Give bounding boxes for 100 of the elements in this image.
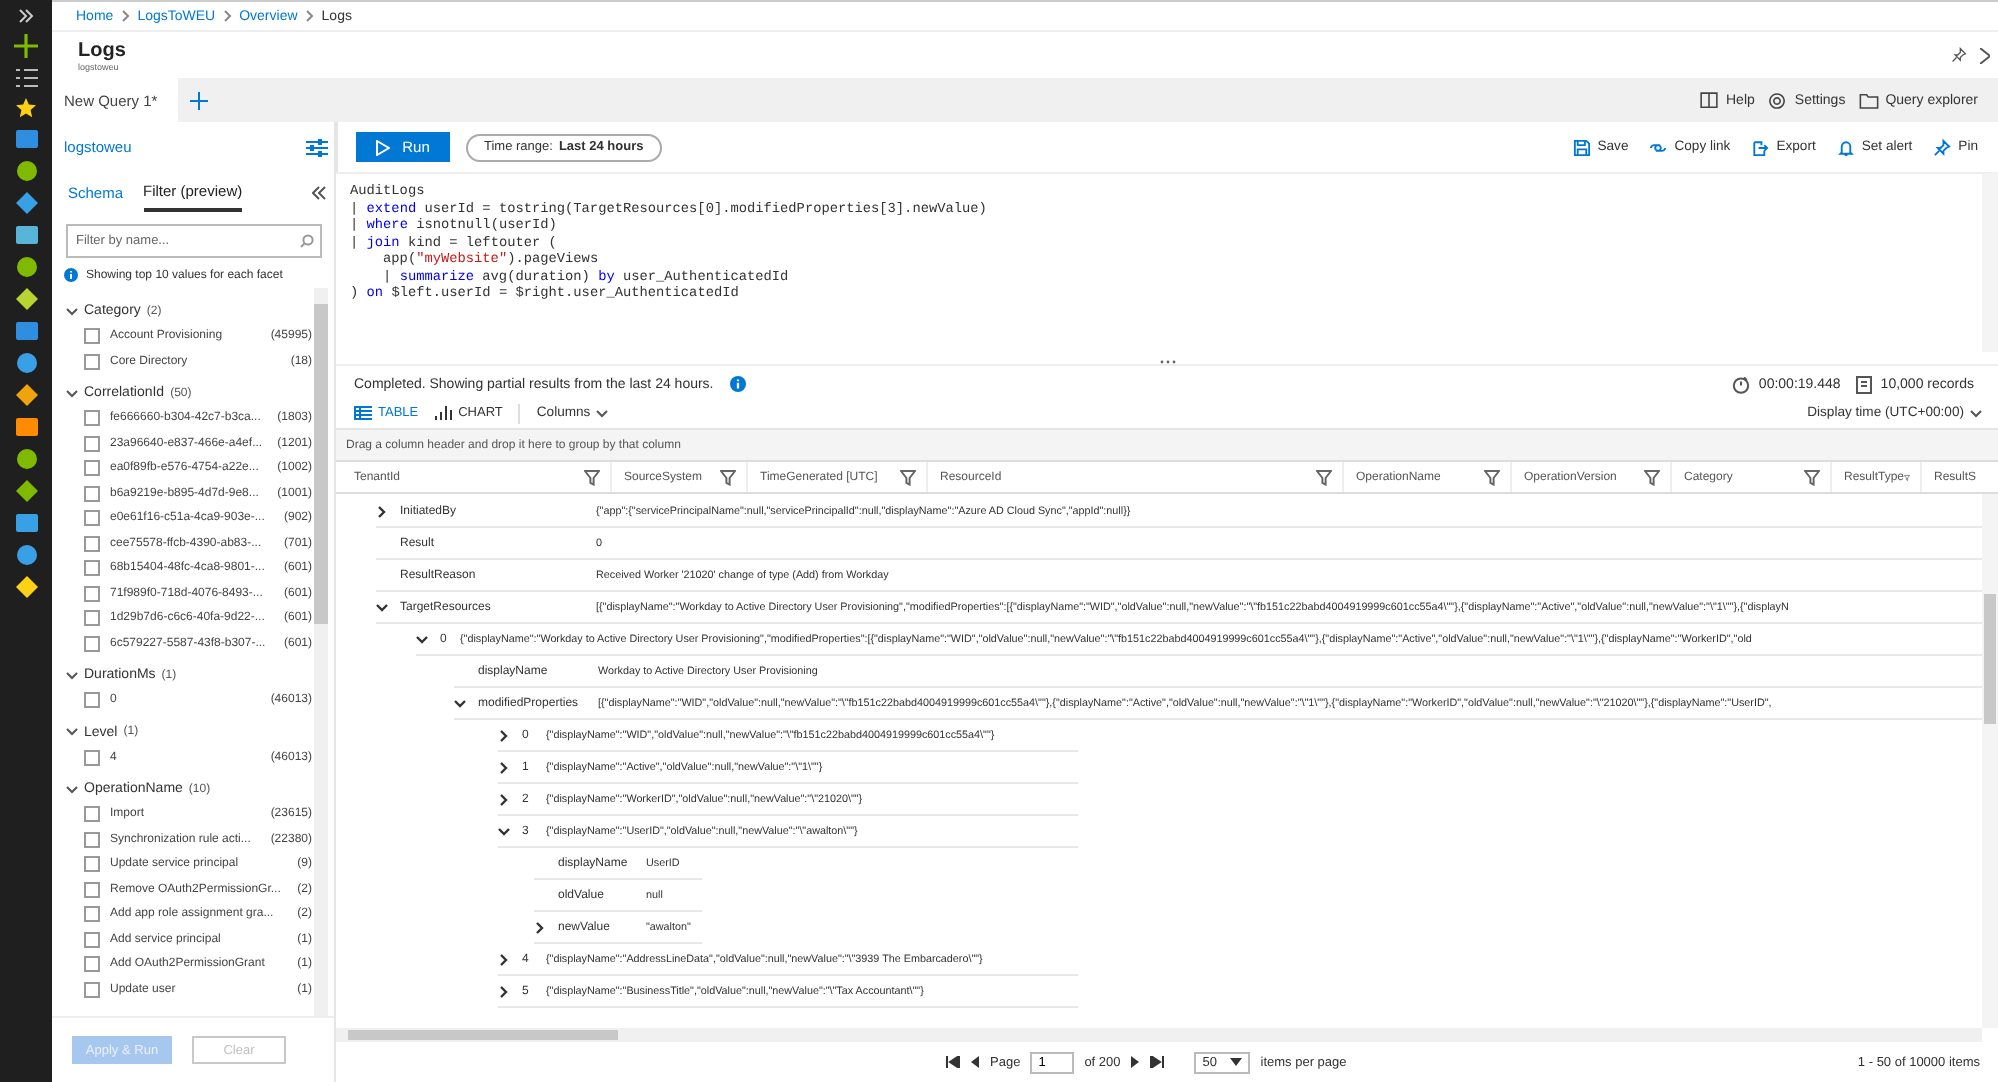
next-page-icon[interactable] (1130, 1056, 1141, 1068)
filter-icon[interactable] (1804, 469, 1820, 485)
chevron-down-icon[interactable] (66, 305, 78, 317)
add-tab-icon[interactable] (189, 91, 208, 109)
save-icon (1571, 137, 1592, 157)
sliders-icon[interactable] (306, 137, 328, 157)
bar-chart-icon (434, 406, 453, 420)
service-icon[interactable] (15, 448, 37, 470)
service-icon[interactable] (15, 128, 37, 150)
filter-icon[interactable] (1644, 469, 1660, 485)
checkbox[interactable] (84, 956, 100, 973)
checkbox[interactable] (84, 410, 100, 427)
checkbox[interactable] (84, 692, 100, 709)
scrollbar[interactable] (1982, 494, 1998, 1028)
caret-down-icon (1230, 1058, 1243, 1066)
star-icon[interactable] (16, 98, 36, 118)
chevron-down-icon (596, 409, 609, 417)
checkbox[interactable] (84, 931, 100, 948)
search-icon (300, 234, 314, 248)
info-icon (64, 268, 78, 282)
checkbox[interactable] (84, 831, 100, 848)
checkbox[interactable] (84, 981, 100, 998)
previous-page-icon[interactable] (970, 1056, 980, 1068)
chevron-down-icon[interactable] (66, 669, 78, 681)
chevron-down-icon[interactable] (376, 601, 388, 613)
service-icon[interactable] (15, 224, 37, 246)
chevron-down-icon (1970, 409, 1982, 417)
plus-icon[interactable] (14, 34, 38, 58)
service-icon[interactable] (15, 352, 37, 374)
service-icon[interactable] (15, 256, 37, 278)
chevron-right-icon (121, 10, 130, 22)
checkbox[interactable] (84, 585, 100, 602)
service-icon[interactable] (15, 160, 37, 182)
blade-title: Logs (78, 39, 128, 61)
service-icon[interactable] (15, 384, 37, 406)
checkbox[interactable] (84, 749, 100, 766)
checkbox[interactable] (84, 435, 100, 452)
checkbox[interactable] (84, 635, 100, 652)
pin-icon (1932, 137, 1953, 157)
service-icon[interactable] (15, 544, 37, 566)
play-icon (376, 139, 391, 155)
chevron-right-icon[interactable] (498, 953, 510, 965)
timer-icon (1732, 375, 1751, 393)
chevron-right-icon[interactable] (498, 729, 510, 741)
table-icon (354, 406, 372, 420)
first-page-icon[interactable] (946, 1056, 960, 1068)
service-icon[interactable] (15, 320, 37, 342)
service-icon[interactable] (15, 192, 37, 214)
checkbox[interactable] (84, 510, 100, 527)
service-icon[interactable] (15, 512, 37, 534)
checkbox[interactable] (84, 610, 100, 627)
expand-icon[interactable] (18, 8, 34, 24)
chevron-right-icon[interactable] (534, 921, 546, 933)
service-icon[interactable] (15, 416, 37, 438)
service-icon[interactable] (15, 288, 37, 310)
info-icon[interactable] (729, 376, 746, 392)
checkbox[interactable] (84, 560, 100, 577)
service-icon[interactable] (15, 480, 37, 502)
checkbox[interactable] (84, 906, 100, 923)
bell-icon (1835, 137, 1856, 157)
list-icon[interactable] (15, 68, 37, 88)
chevron-down-icon[interactable] (66, 726, 78, 738)
filter-icon[interactable] (1904, 469, 1910, 485)
folder-icon (1857, 89, 1880, 111)
export-icon (1750, 137, 1771, 157)
chevron-down-icon[interactable] (66, 783, 78, 795)
chevron-right-icon (223, 10, 232, 22)
chevron-right-icon[interactable] (498, 761, 510, 773)
filter-icon[interactable] (1316, 469, 1332, 485)
chevron-right-icon[interactable] (498, 793, 510, 805)
chevron-down-icon[interactable] (416, 633, 428, 645)
filter-icon[interactable] (1484, 469, 1500, 485)
close-icon[interactable] (1980, 47, 1990, 63)
checkbox[interactable] (84, 535, 100, 552)
last-page-icon[interactable] (1150, 1056, 1165, 1068)
chevron-down-icon[interactable] (498, 825, 510, 837)
checkbox[interactable] (84, 328, 100, 345)
chevron-down-icon[interactable] (454, 697, 466, 709)
filter-icon[interactable] (584, 469, 600, 485)
checkbox[interactable] (84, 806, 100, 823)
checkbox[interactable] (84, 856, 100, 873)
chevron-right-icon[interactable] (376, 505, 388, 517)
scrollbar[interactable] (336, 1028, 1982, 1042)
checkbox[interactable] (84, 353, 100, 370)
chevron-right-icon (305, 10, 314, 22)
chevron-right-icon[interactable] (498, 985, 510, 997)
checkbox[interactable] (84, 881, 100, 898)
chevron-down-icon[interactable] (66, 387, 78, 399)
document-icon (1856, 375, 1873, 393)
splitter-handle[interactable] (1159, 360, 1175, 364)
checkbox[interactable] (84, 460, 100, 477)
filter-icon[interactable] (900, 469, 916, 485)
pin-icon[interactable] (1950, 46, 1968, 64)
book-icon (1698, 89, 1720, 111)
checkbox[interactable] (84, 485, 100, 502)
settings-icon (1766, 89, 1789, 111)
service-icon[interactable] (15, 576, 37, 598)
collapse-icon[interactable] (312, 185, 326, 199)
filter-icon[interactable] (720, 469, 736, 485)
scrollbar[interactable] (314, 288, 328, 1016)
